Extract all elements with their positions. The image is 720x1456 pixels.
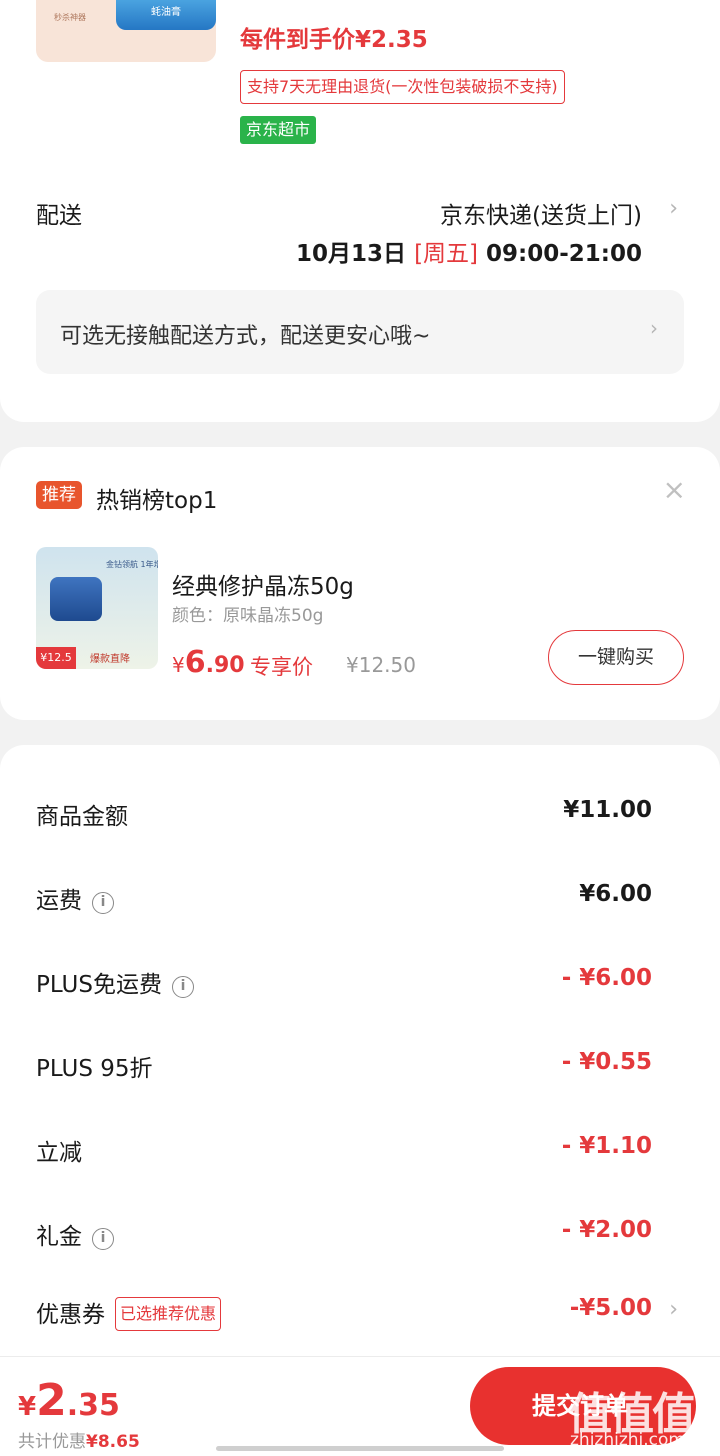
shipping-label-text: 运费 [36, 888, 82, 914]
image-price: ¥12.5 [36, 647, 76, 669]
unit-price: 每件到手价¥2.35 [240, 27, 428, 53]
contactless-delivery-option[interactable]: 可选无接触配送方式，配送更安心哦~ › [36, 290, 684, 374]
delivery-date: 10月13日 [296, 241, 407, 267]
info-icon[interactable]: i [92, 1228, 114, 1250]
summary-value-plus-discount: - ¥0.55 [561, 1049, 652, 1075]
original-price: ¥12.50 [346, 653, 416, 677]
price-decimal: .90 [205, 653, 245, 678]
plus-free-shipping-text: PLUS免运费 [36, 972, 162, 998]
chevron-right-icon: › [650, 316, 658, 340]
return-policy-tag: 支持7天无理由退货(一次性包装破损不支持) [240, 70, 565, 104]
summary-label-subtotal: 商品金额 [36, 804, 128, 830]
total-savings: 共计优惠¥8.65 [18, 1427, 140, 1452]
home-indicator [216, 1446, 504, 1451]
one-click-buy-button[interactable]: 一键购买 [548, 630, 684, 685]
info-icon[interactable]: i [171, 976, 194, 998]
summary-label-gift-money: 礼金 i [36, 1217, 114, 1251]
recommend-product-image[interactable]: 金钻领航 1年增发500,000份 ¥12.5 爆款直降 [36, 547, 158, 669]
recommend-product-name[interactable]: 经典修护晶冻50g [172, 567, 354, 601]
delivery-weekday: [周五] [414, 241, 479, 267]
summary-value-subtotal: ¥11.00 [563, 797, 652, 823]
store-tag: 京东超市 [240, 116, 317, 144]
close-icon[interactable]: × [663, 473, 686, 506]
exclusive-price-label: 专享价 [250, 655, 313, 679]
recommend-badge: 推荐 [36, 481, 82, 509]
summary-label-plus-discount: PLUS 95折 [36, 1056, 153, 1082]
delivery-label: 配送 [36, 203, 82, 229]
summary-value-coupon[interactable]: -¥5.00 [570, 1295, 652, 1321]
product-card: 秒杀神器 蚝油膏 每件到手价¥2.35 支持7天无理由退货(一次性包装破损不支持… [0, 0, 720, 422]
summary-value-plus-free-shipping: - ¥6.00 [561, 965, 652, 991]
jar-graphic [50, 577, 102, 621]
delivery-time-range: 09:00-21:00 [486, 241, 642, 267]
total-integer: 2 [36, 1375, 67, 1426]
chevron-right-icon[interactable]: › [669, 1297, 678, 1322]
price-integer: 6 [184, 645, 206, 680]
savings-label: 共计优惠 [18, 1432, 86, 1452]
thumbnail-text: 秒杀神器 [54, 13, 86, 22]
summary-value-instant-discount: - ¥1.10 [561, 1133, 652, 1159]
summary-value-shipping: ¥6.00 [579, 881, 652, 907]
currency-symbol: ¥ [18, 1392, 37, 1422]
image-caption: 金钻领航 1年增发500,000份 [106, 560, 158, 569]
total-decimal: .35 [66, 1388, 120, 1423]
product-thumbnail[interactable]: 秒杀神器 蚝油膏 [36, 0, 216, 62]
recommendation-card: 推荐 热销榜top1 × 金钻领航 1年增发500,000份 ¥12.5 爆款直… [0, 447, 720, 720]
gift-money-text: 礼金 [36, 1224, 82, 1250]
total-price: ¥2.35 [18, 1375, 120, 1426]
summary-label-plus-free-shipping: PLUS免运费 i [36, 965, 194, 999]
info-icon[interactable]: i [92, 892, 114, 914]
recommend-product-spec: 颜色：原味晶冻50g [172, 606, 324, 626]
contactless-text: 可选无接触配送方式，配送更安心哦~ [60, 324, 431, 349]
recommend-title: 热销榜top1 [96, 488, 218, 514]
thumbnail-jar: 蚝油膏 [116, 0, 216, 30]
price-summary-card: 商品金额 ¥11.00 运费 i ¥6.00 PLUS免运费 i - ¥6.00 P… [0, 745, 720, 1456]
summary-label-instant-discount: 立减 [36, 1140, 82, 1166]
currency-symbol: ¥ [172, 653, 185, 677]
summary-value-gift-money: - ¥2.00 [561, 1217, 652, 1243]
chevron-right-icon[interactable]: › [669, 196, 678, 221]
summary-label-coupon[interactable]: 优惠券 已选推荐优惠 [36, 1295, 222, 1331]
delivery-method[interactable]: 京东快递(送货上门) [440, 196, 642, 230]
delivery-time[interactable]: 10月13日 [周五] 09:00-21:00 [296, 234, 642, 268]
savings-amount: ¥8.65 [86, 1432, 140, 1452]
watermark-url: zhizhizhi.com [570, 1430, 685, 1450]
coupon-text: 优惠券 [36, 1302, 105, 1328]
recommend-price: ¥6.90 [172, 645, 245, 680]
coupon-selected-tag: 已选推荐优惠 [115, 1297, 222, 1331]
summary-label-shipping: 运费 i [36, 881, 114, 915]
image-tagline: 爆款直降 [90, 654, 130, 665]
